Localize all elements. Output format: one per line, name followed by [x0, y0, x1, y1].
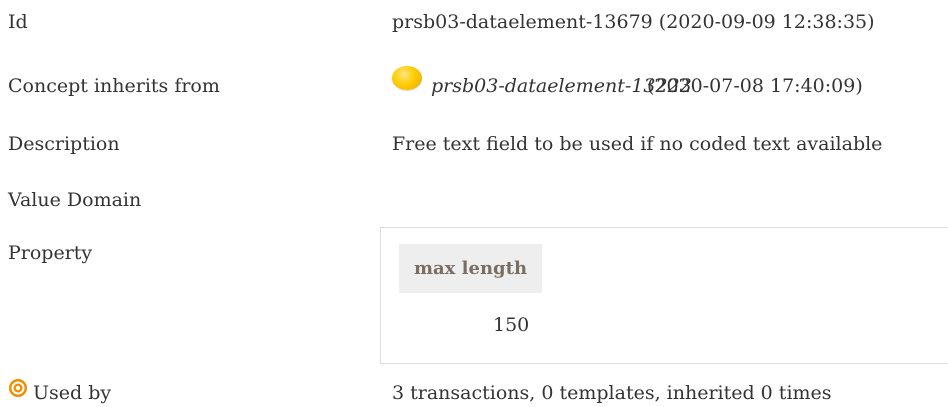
property-label: Property	[8, 242, 93, 264]
target-icon	[9, 379, 27, 397]
id-label: Id	[8, 11, 28, 33]
inherits-label: Concept inherits from	[8, 75, 220, 97]
yellow-dot-icon	[392, 66, 422, 90]
property-table: max length 150	[380, 227, 948, 364]
used-by-label: Used by	[33, 382, 112, 404]
property-header-max-length: max length	[399, 244, 542, 293]
description-label: Description	[8, 133, 120, 155]
used-by-value: 3 transactions, 0 templates, inherited 0…	[392, 382, 832, 404]
value-domain-label: Value Domain	[8, 189, 142, 211]
description-value: Free text field to be used if no coded t…	[392, 133, 883, 155]
id-value: prsb03-dataelement-13679 (2020-09-09 12:…	[392, 11, 875, 33]
property-value: 150	[493, 314, 530, 336]
inherits-timestamp: (2020-07-08 17:40:09)	[647, 75, 863, 97]
